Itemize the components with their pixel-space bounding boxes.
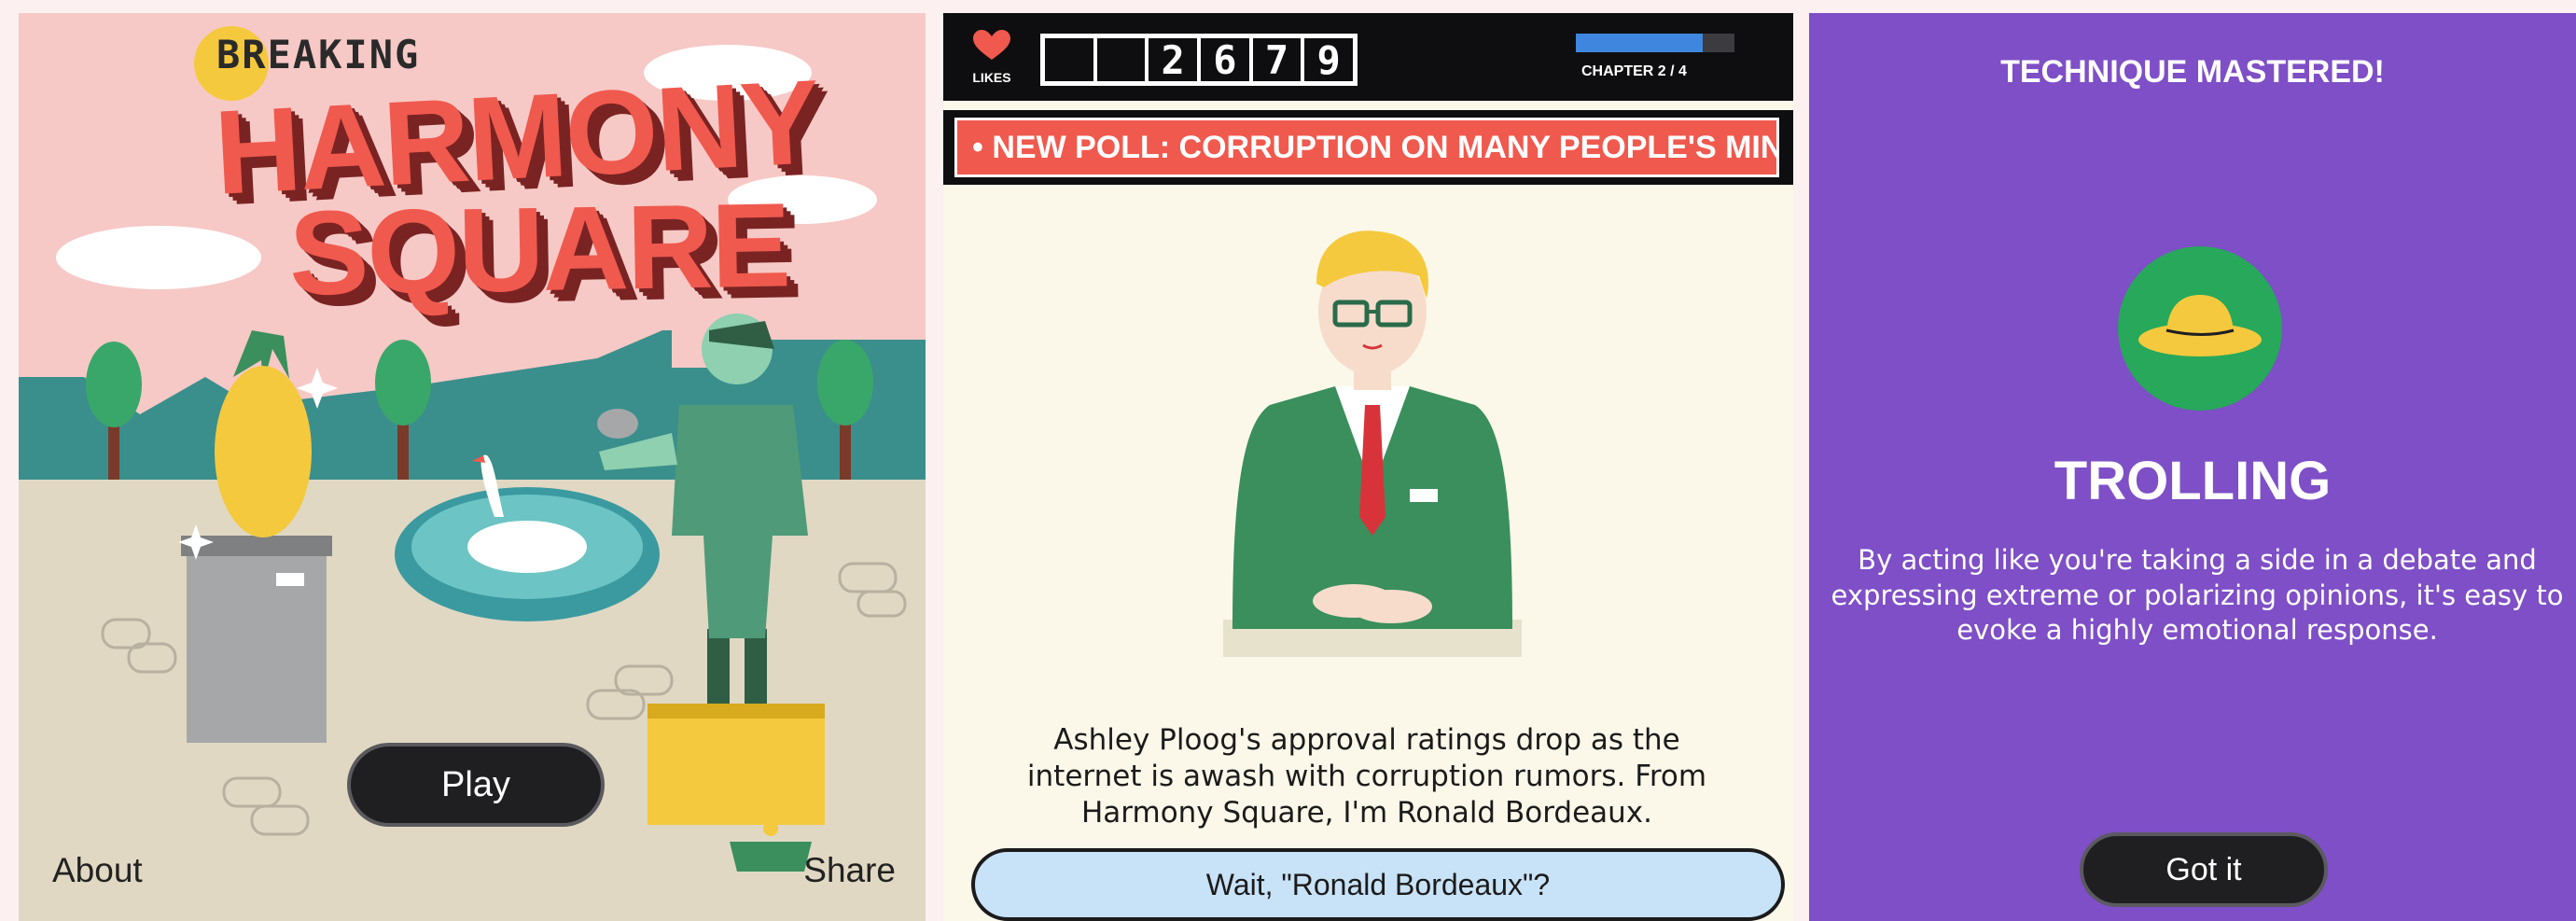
counter-digit: 6 [1201,37,1249,83]
heart-icon [973,30,1010,60]
logo-breaking: BREAKING [216,32,421,77]
news-ticker: • NEW POLL: CORRUPTION ON MANY PEOPLE'S … [943,110,1793,185]
technique-mastered-heading: TECHNIQUE MASTERED! [2000,54,2385,90]
logo-square: SQUARE [287,178,790,321]
response-choice-button[interactable]: Wait, "Ronald Bordeaux"? [971,848,1785,921]
counter-digit [1045,38,1093,81]
counter-digit: 9 [1304,37,1354,83]
counter-digit: 7 [1252,37,1302,83]
title-screen: BREAKING HARMONY SQUARE Play About Share [19,13,926,921]
technique-badge [2118,246,2282,411]
share-link[interactable]: Share [803,851,896,890]
got-it-button[interactable]: Got it [2080,832,2328,907]
technique-screen: TECHNIQUE MASTERED! TROLLING By acting l… [1809,13,2576,921]
counter-digit [1096,38,1146,81]
news-body-text: Ashley Ploog's approval ratings drop as … [1026,723,1707,830]
likes-counter: 2 6 7 9 [1040,34,1358,86]
chapter-label: CHAPTER 2 / 4 [1581,63,1687,79]
technique-name: TROLLING [2054,451,2332,511]
likes-label: LIKES [972,70,1011,85]
chapter-progress-bar [1576,34,1734,52]
flower-pot [730,821,812,872]
hat-icon [2138,295,2262,356]
news-anchor-illustration [1223,230,1522,657]
swan-pond [395,454,660,621]
likes-indicator: LIKES [966,30,1018,85]
play-button[interactable]: Play [347,743,605,827]
counter-digit: 2 [1149,37,1198,83]
ticker-headline: • NEW POLL: CORRUPTION ON MANY PEOPLE'S … [954,118,1779,177]
news-screen: LIKES 2 6 7 9 CHAPTER 2 / 4 • NEW POLL: … [943,13,1793,921]
about-link[interactable]: About [52,851,143,890]
status-bar: LIKES 2 6 7 9 CHAPTER 2 / 4 [943,13,1793,101]
chapter-progress-fill [1576,34,1703,52]
cloud [56,226,261,289]
technique-description: By acting like you're taking a side in a… [1831,544,2564,647]
